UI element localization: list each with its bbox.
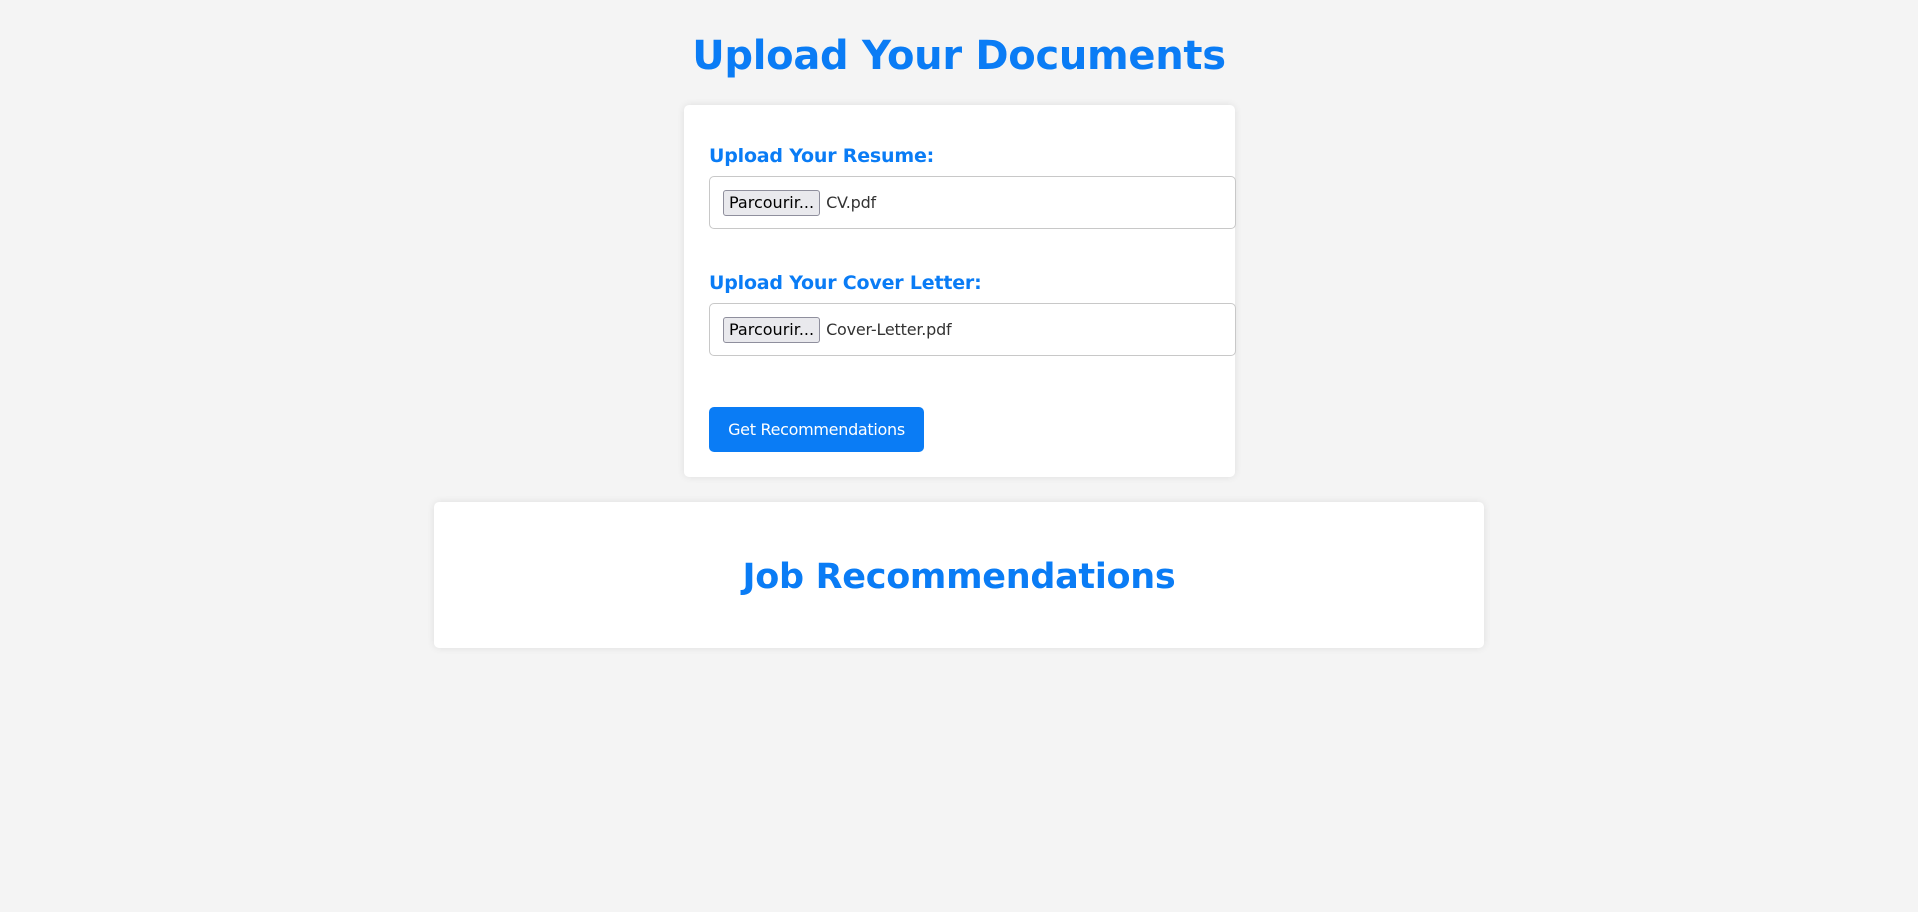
cover-letter-file-name: Cover-Letter.pdf xyxy=(826,319,952,339)
page: { "page": { "title": "Upload Your Docume… xyxy=(0,0,1918,912)
resume-label: Upload Your Resume: xyxy=(709,145,935,167)
page-title: Upload Your Documents xyxy=(692,33,1226,79)
cover-letter-browse-button[interactable]: Parcourir... xyxy=(723,316,821,343)
job-recommendations-title: Job Recommendations xyxy=(742,557,1176,597)
resume-file-name: CV.pdf xyxy=(826,192,876,212)
resume-file-input[interactable]: Parcourir... CV.pdf xyxy=(709,176,1236,229)
cover-letter-label: Upload Your Cover Letter: xyxy=(709,272,982,294)
resume-browse-button[interactable]: Parcourir... xyxy=(723,189,821,216)
job-recommendations-panel: Job Recommendations xyxy=(434,502,1484,648)
upload-form: Upload Your Resume: Parcourir... CV.pdf … xyxy=(684,105,1236,477)
get-recommendations-button[interactable]: Get Recommendations xyxy=(709,407,924,452)
cover-letter-file-input[interactable]: Parcourir... Cover-Letter.pdf xyxy=(709,303,1236,356)
